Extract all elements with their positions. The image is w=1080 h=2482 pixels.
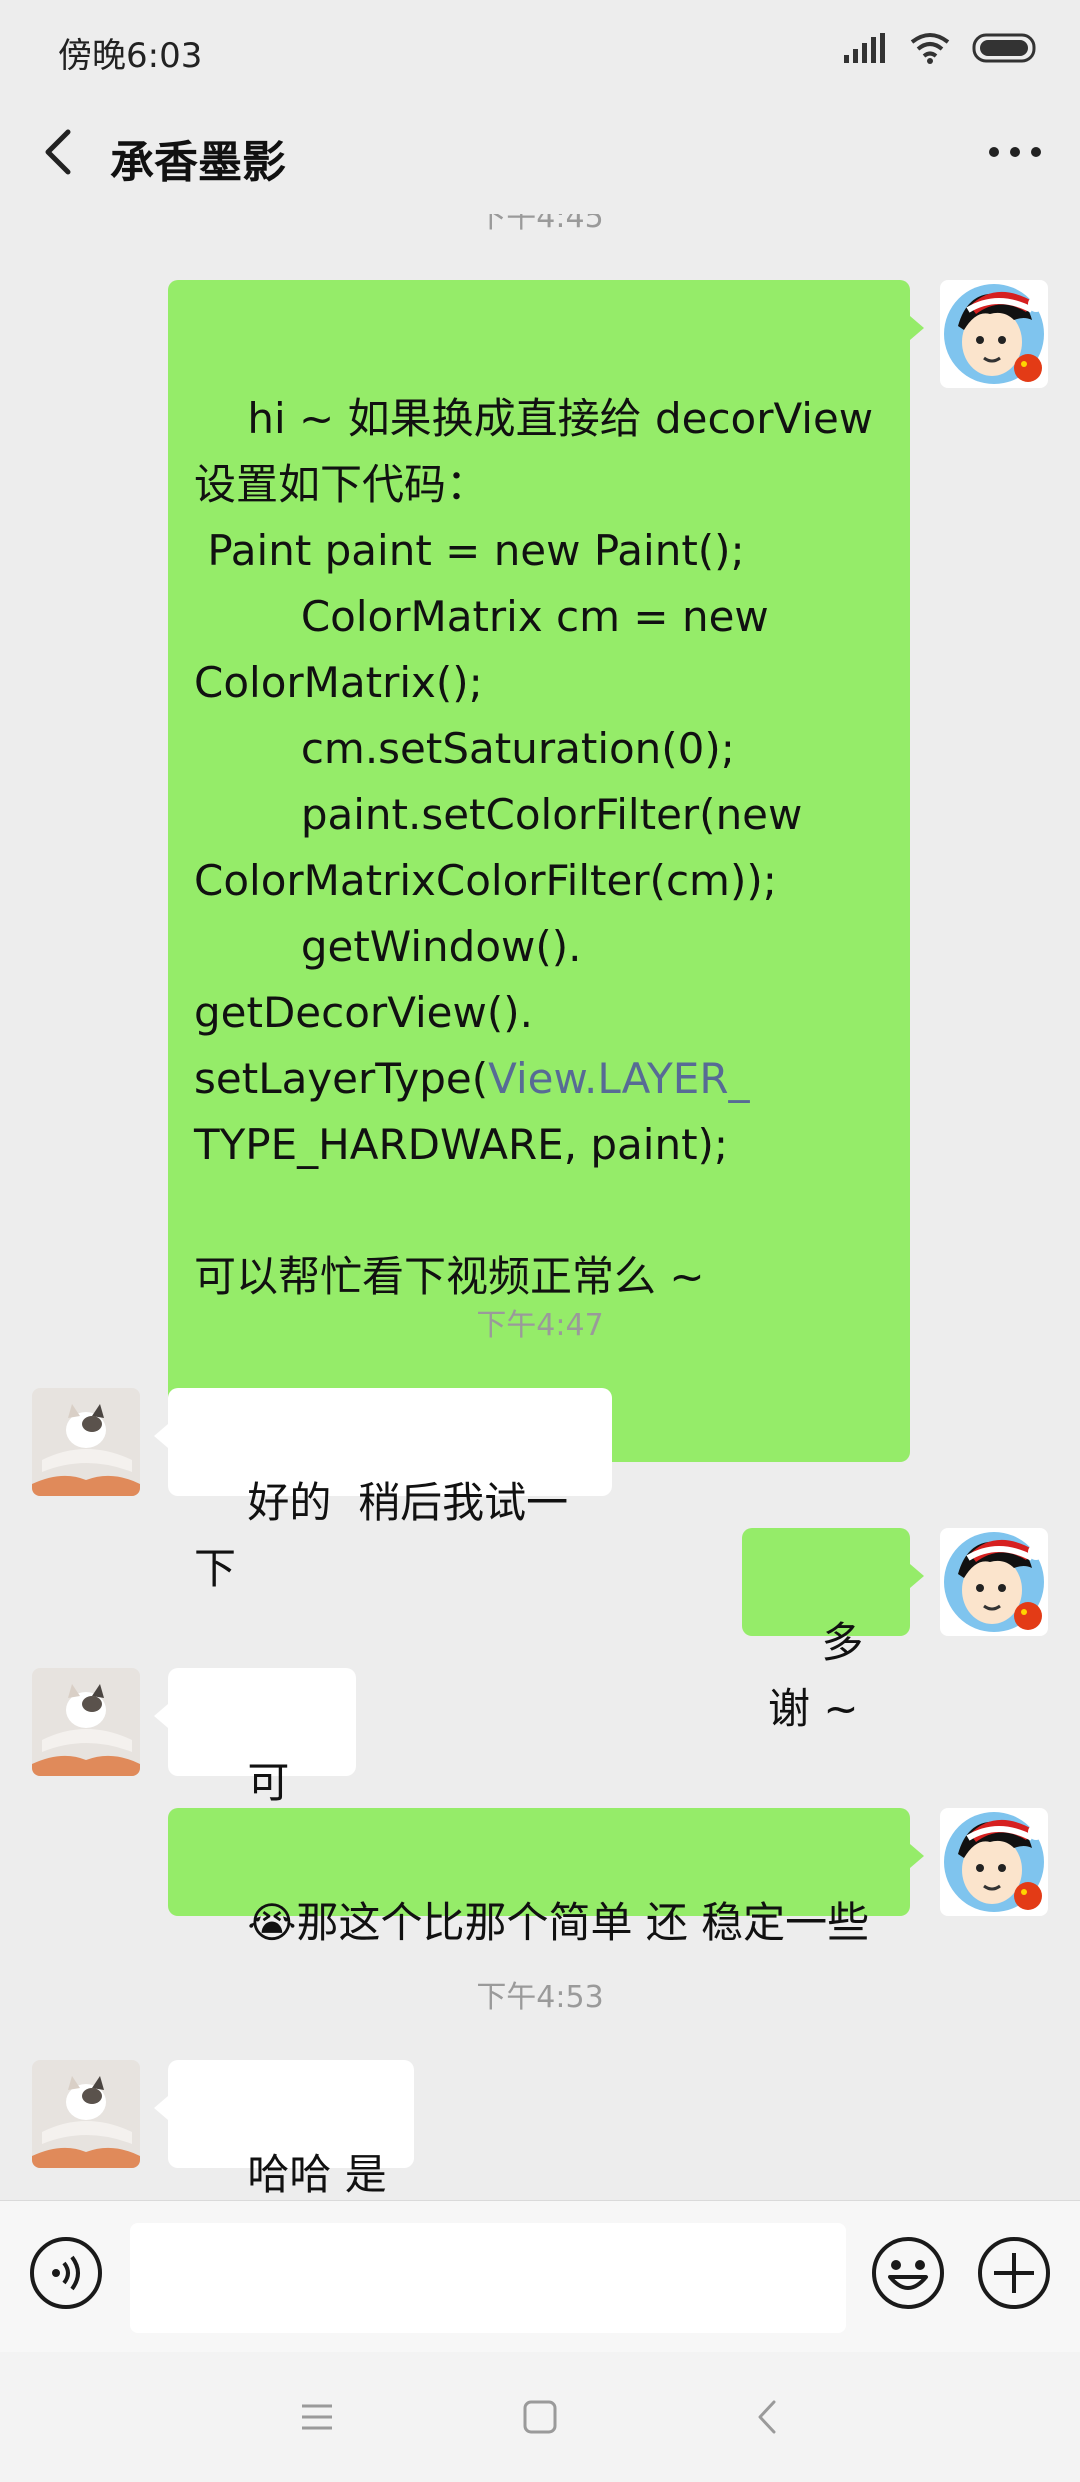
message-link[interactable]: View.LAYER_ <box>488 1054 749 1103</box>
message-text: 哈哈 是的 <box>247 2150 387 2199</box>
system-nav-bar <box>0 2352 1080 2482</box>
more-functions-button[interactable] <box>976 2235 1052 2311</box>
avatar-image <box>32 2060 140 2168</box>
battery-icon <box>972 33 1036 63</box>
message-bubble-received[interactable]: 可以了 <box>154 1668 356 1873</box>
message-text: hi ~ 如果换成直接给 decorView 设置如下代码： Paint pai… <box>194 394 874 1103</box>
contact-avatar[interactable] <box>32 1668 140 1776</box>
back-button[interactable] <box>30 122 90 182</box>
my-avatar[interactable] <box>940 1808 1048 1916</box>
system-back-icon <box>758 2400 776 2434</box>
chat-title: 承香墨影 <box>110 137 286 188</box>
crying-emoji-icon: 😭 <box>247 1898 297 1947</box>
avatar-image <box>32 1668 140 1776</box>
status-bar: 傍晚6:03 <box>0 0 1080 96</box>
avatar-image <box>940 1808 1048 1916</box>
voice-input-icon <box>30 2237 102 2309</box>
status-icons <box>844 26 1040 70</box>
signal-icon <box>844 33 885 63</box>
timestamp: 下午4:53 <box>476 1980 604 2015</box>
message-bubble-received[interactable]: 哈哈 是的 <box>154 2060 414 2199</box>
timestamp: 下午4:47 <box>476 1308 604 1343</box>
message-text: 那这个比那个简单 还 稳定一些 <box>296 1898 870 1947</box>
message-bubble-sent[interactable]: 多谢 ~ <box>742 1528 924 1733</box>
message-text: 多谢 ~ <box>768 1618 864 1733</box>
status-time: 傍晚6:03 <box>58 36 203 76</box>
message-list[interactable]: 下午4:45 hi ~ 如果换成直接给 decorView 设置如下代码： Pa… <box>0 214 1080 2200</box>
message-text: TYPE_HARDWARE, paint); 可以帮忙看下视频正常么 ~ <box>194 1120 729 1301</box>
home-square-icon <box>523 2400 557 2434</box>
more-button[interactable] <box>980 122 1050 182</box>
contact-avatar[interactable] <box>32 2060 140 2168</box>
timestamp: 下午4:45 <box>476 214 604 235</box>
system-back-button[interactable] <box>742 2392 792 2442</box>
menu-icon <box>302 2404 332 2430</box>
plus-icon <box>978 2237 1050 2309</box>
message-bubble-sent[interactable]: hi ~ 如果换成直接给 decorView 设置如下代码： Paint pai… <box>168 280 924 1462</box>
my-avatar[interactable] <box>940 280 1048 388</box>
avatar-image <box>32 1388 140 1496</box>
input-bar <box>0 2200 1080 2353</box>
avatar-image <box>940 1528 1048 1636</box>
message-text: 好的 稍后我试一下 <box>194 1478 569 1593</box>
emoji-button[interactable] <box>870 2235 946 2311</box>
voice-button[interactable] <box>28 2235 104 2311</box>
menu-button[interactable] <box>292 2392 342 2442</box>
message-bubble-sent[interactable]: 😭那这个比那个简单 还 稳定一些 <box>168 1808 924 1947</box>
wifi-icon <box>910 33 950 64</box>
more-dots-icon <box>989 147 1041 157</box>
chat-header: 承香墨影 <box>0 96 1080 214</box>
back-arrow-icon <box>45 129 71 175</box>
contact-avatar[interactable] <box>32 1388 140 1496</box>
home-button[interactable] <box>515 2392 565 2442</box>
message-input[interactable] <box>130 2223 846 2333</box>
message-bubble-received[interactable]: 好的 稍后我试一下 <box>154 1388 612 1593</box>
my-avatar[interactable] <box>940 1528 1048 1636</box>
emoji-icon <box>872 2237 944 2309</box>
avatar-image <box>940 280 1048 388</box>
